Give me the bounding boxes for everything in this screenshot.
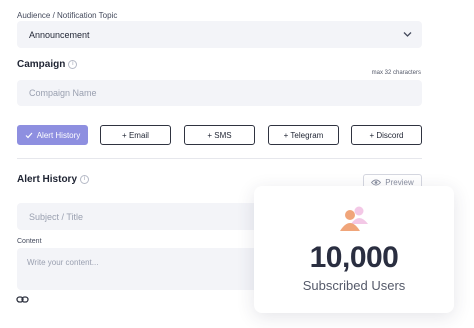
alert-history-title-text: Alert History xyxy=(17,174,78,185)
max-characters-note: max 32 characters xyxy=(371,70,421,76)
subscribed-users-card: 10,000 Subscribed Users xyxy=(254,186,454,313)
users-icon xyxy=(340,206,368,231)
audience-select[interactable]: Announcement xyxy=(17,21,422,48)
audience-label: Audience / Notification Topic xyxy=(17,11,118,20)
divider xyxy=(17,158,422,159)
campaign-name-placeholder: Compaign Name xyxy=(29,88,97,98)
add-email-button[interactable]: + Email xyxy=(100,125,171,145)
add-discord-button[interactable]: + Discord xyxy=(351,125,422,145)
info-icon: i xyxy=(80,174,90,184)
campaign-title-text: Campaign xyxy=(17,59,66,70)
info-icon: i xyxy=(68,59,78,69)
chevron-down-icon xyxy=(403,32,412,37)
alert-history-button[interactable]: Alert History xyxy=(17,125,88,145)
check-icon xyxy=(25,132,33,138)
alert-history-title: Alert History i xyxy=(17,174,90,185)
subject-placeholder: Subject / Title xyxy=(29,211,84,222)
alert-history-button-label: Alert History xyxy=(36,130,81,140)
link-icon[interactable] xyxy=(16,295,29,304)
subscriber-caption: Subscribed Users xyxy=(302,278,406,293)
content-placeholder: Write your content... xyxy=(27,258,99,267)
eye-icon xyxy=(371,179,382,185)
campaign-title: Campaign i xyxy=(17,59,78,70)
audience-selected-value: Announcement xyxy=(29,29,90,40)
add-telegram-button[interactable]: + Telegram xyxy=(268,125,339,145)
add-sms-button[interactable]: + SMS xyxy=(184,125,255,145)
subscriber-count: 10,000 xyxy=(309,241,399,274)
campaign-name-input[interactable]: Compaign Name xyxy=(17,80,422,106)
content-label: Content xyxy=(17,238,42,245)
